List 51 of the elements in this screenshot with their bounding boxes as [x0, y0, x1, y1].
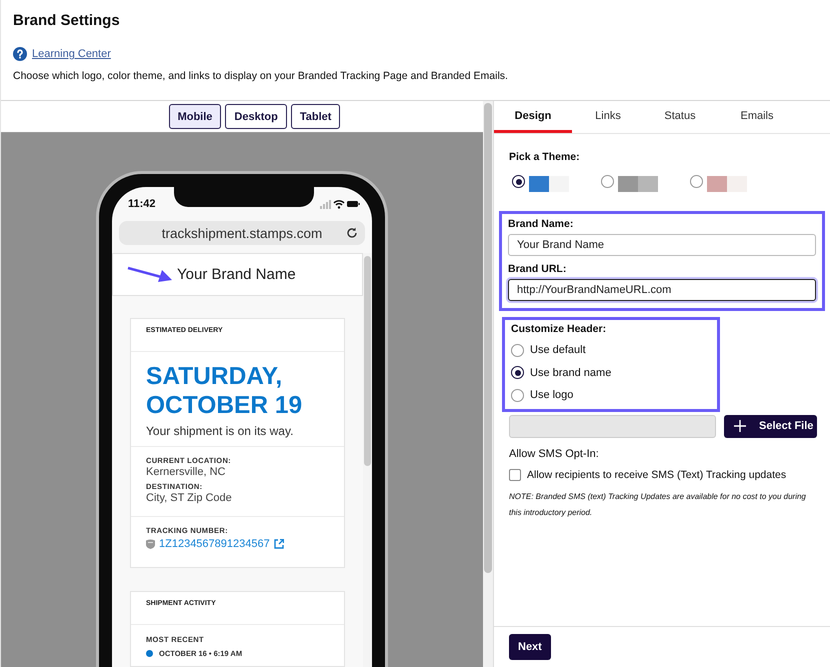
page-title: Brand Settings: [13, 12, 121, 31]
tab[interactable]: Links: [572, 101, 644, 133]
radio-label: Use default: [530, 344, 586, 356]
field-value: Kernersville, NC: [146, 466, 226, 478]
select-file-button[interactable]: Select File: [724, 414, 817, 438]
shield-icon: [146, 539, 155, 549]
status-time: 11:42: [128, 198, 156, 210]
device-tab[interactable]: Tablet: [290, 104, 340, 129]
radio-button[interactable]: [601, 175, 614, 188]
radio-button[interactable]: [690, 175, 703, 188]
radio-button[interactable]: [511, 366, 524, 380]
tracking-link[interactable]: 1Z1234567891234567: [159, 538, 270, 550]
radio-label: Use logo: [530, 389, 574, 402]
help-icon[interactable]: [13, 47, 27, 61]
tab[interactable]: Status: [644, 101, 716, 133]
text-field[interactable]: http://YourBrandNameURL.com: [508, 279, 816, 301]
plus-icon: [734, 420, 746, 432]
delivery-date: OCTOBER 19: [146, 391, 304, 420]
radio-button[interactable]: [511, 388, 524, 402]
status-icons: [320, 199, 360, 209]
tab[interactable]: Design: [494, 101, 572, 133]
field-value: City, ST Zip Code: [146, 492, 233, 504]
scrollbar[interactable]: [483, 101, 493, 667]
text-field[interactable]: Your Brand Name: [508, 234, 816, 256]
file-field[interactable]: [509, 414, 716, 438]
tab[interactable]: Emails: [716, 101, 798, 133]
section-label: Allow SMS Opt-In:: [509, 448, 600, 460]
section-label: Customize Header:: [511, 323, 608, 335]
help-link[interactable]: Learning Center: [32, 48, 111, 60]
url-text: trackshipment.stamps.com: [162, 226, 322, 240]
device-tab[interactable]: Mobile: [168, 104, 222, 129]
note-text: NOTE: Branded SMS (text) Tracking Updates are available for no cost to you during this introductory period.: [509, 490, 807, 519]
radio-button[interactable]: [511, 344, 524, 357]
checkbox[interactable]: [509, 468, 521, 480]
address-bar[interactable]: trackshipment.stamps.com: [119, 221, 365, 245]
timeline-dot: [146, 650, 153, 657]
device-tab[interactable]: Desktop: [225, 104, 287, 129]
radio-button[interactable]: [512, 175, 525, 188]
description-text: Choose which logo, color theme, and links to display on your Branded Tracking Page and Branded Emails.: [13, 70, 509, 82]
delivery-date: SATURDAY,: [146, 362, 284, 391]
annotation-arrow: [127, 266, 173, 284]
radio-label: Use brand name: [530, 366, 612, 379]
next-button[interactable]: Next: [509, 634, 551, 660]
brand-name: Your Brand Name: [177, 266, 296, 283]
external-link-icon[interactable]: [274, 539, 284, 549]
checkbox-label: Allow recipients to receive SMS (Text) Tracking updates: [527, 468, 786, 480]
status-text: Your shipment is on its way.: [146, 424, 294, 438]
section-label: Pick a Theme:: [509, 151, 581, 163]
field-label: Brand URL:: [508, 263, 568, 275]
reload-icon[interactable]: [346, 227, 358, 239]
field-label: Brand Name:: [508, 218, 574, 230]
